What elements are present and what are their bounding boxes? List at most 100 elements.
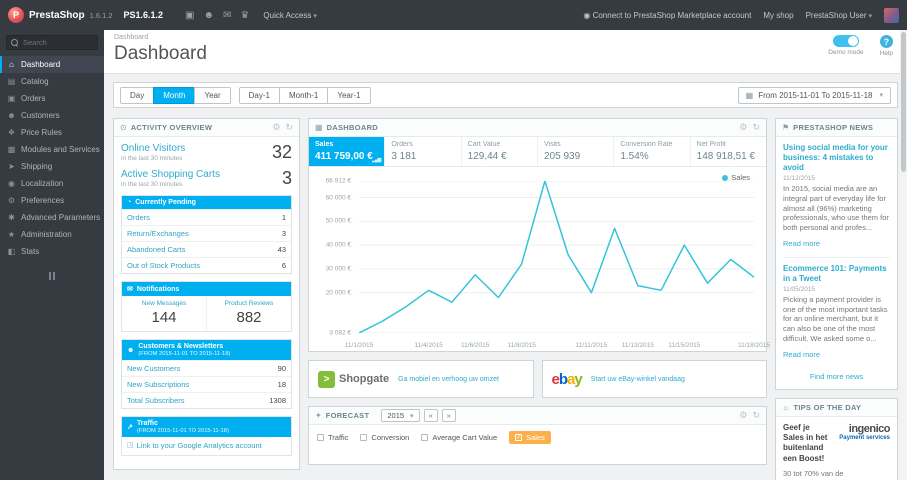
filter-month-button[interactable]: Month: [153, 86, 196, 104]
my-shop-link[interactable]: My shop: [763, 11, 793, 20]
filter-day-1-button[interactable]: Day-1: [238, 86, 280, 104]
trophy-icon[interactable]: ♛: [240, 10, 249, 21]
shopgate-logo: > Shopgate: [318, 370, 389, 388]
chevron-down-icon: ▾: [313, 12, 317, 20]
sidebar-item-dashboard[interactable]: ⌂ Dashboard: [0, 56, 104, 73]
refresh-icon[interactable]: ↻: [285, 122, 293, 133]
filter-year-button[interactable]: Year: [194, 86, 231, 104]
scrollbar: [900, 30, 907, 480]
ingenico-logo: ingenico Payment services: [839, 422, 890, 441]
product-reviews-cell[interactable]: Product Reviews 882: [206, 296, 291, 331]
cart-icon[interactable]: ▣: [185, 10, 194, 21]
refresh-icon[interactable]: ↻: [752, 122, 760, 133]
sidebar-item-price-rules[interactable]: ❖ Price Rules: [0, 124, 104, 141]
gear-icon[interactable]: ⚙: [739, 410, 747, 421]
home-icon: ⌂: [9, 60, 14, 69]
filter-year-1-button[interactable]: Year-1: [327, 86, 371, 104]
envelope-icon[interactable]: ✉: [223, 10, 231, 21]
demo-mode-toggle[interactable]: [832, 35, 859, 47]
active-carts-link[interactable]: Active Shopping Carts: [121, 169, 220, 180]
filter-day-button[interactable]: Day: [120, 86, 155, 104]
tip-icon: ☼: [782, 402, 790, 412]
forecast-next-button[interactable]: »: [441, 409, 456, 422]
stat-conversion-rate[interactable]: Conversion Rate 1.54%: [614, 137, 691, 166]
article-headline[interactable]: Using social media for your business: 4 …: [783, 143, 890, 173]
date-range-picker[interactable]: ▦ From 2015-11-01 To 2015-11-18 ▾: [737, 86, 891, 104]
out-of-stock-row: Out of Stock Products 6: [122, 257, 291, 273]
stats-icon: ◧: [7, 247, 16, 256]
topbar: P PrestaShop 1.6.1.2 PS1.6.1.2 ▣ ☻ ✉ ♛ Q…: [0, 0, 907, 30]
sidebar-search[interactable]: [6, 35, 98, 50]
shopgate-link[interactable]: Ga mobiel en verhoog uw omzet: [398, 376, 499, 383]
forecast-legend-traffic[interactable]: Traffic: [317, 433, 348, 442]
sales-legend-dot: [722, 174, 729, 181]
sidebar-item-customers[interactable]: ☻ Customers: [0, 107, 104, 124]
page-header: Dashboard Dashboard Demo mode ? Help: [104, 30, 907, 74]
user-menu[interactable]: PrestaShop User ▾: [806, 11, 872, 20]
prestashop-logo-icon[interactable]: P: [8, 7, 24, 23]
stat-net-profit[interactable]: Net Profit 148 918,51 €: [691, 137, 766, 166]
help-icon[interactable]: ?: [879, 35, 893, 48]
search-input[interactable]: [23, 38, 93, 47]
sidebar-item-orders[interactable]: ▣ Orders: [0, 90, 104, 107]
sidebar-item-modules[interactable]: ▩ Modules and Services: [0, 141, 104, 158]
filter-month-1-button[interactable]: Month-1: [278, 86, 329, 104]
shopgate-promo: > Shopgate Ga mobiel en verhoog uw omzet: [308, 360, 534, 398]
person-icon[interactable]: ☻: [204, 10, 215, 21]
gear-icon[interactable]: ⚙: [272, 122, 280, 133]
forecast-legend-average-cart-value[interactable]: Average Cart Value: [421, 433, 497, 442]
pending-returns-row: Return/Exchanges 3: [122, 225, 291, 241]
stat-sales[interactable]: Sales 411 759,00 € ▂▄▆: [309, 137, 386, 166]
refresh-icon[interactable]: ↻: [752, 410, 760, 421]
sidebar-item-advanced-parameters[interactable]: ✱ Advanced Parameters: [0, 209, 104, 226]
google-analytics-link[interactable]: ◳ Link to your Google Analytics account: [127, 441, 286, 450]
forecast-prev-button[interactable]: «: [423, 409, 438, 422]
demo-mode-label: Demo mode: [828, 49, 864, 56]
scrollbar-thumb[interactable]: [901, 32, 906, 172]
sidebar-item-administration[interactable]: ★ Administration: [0, 226, 104, 243]
page-title: Dashboard: [114, 43, 207, 64]
localization-icon: ◉: [8, 179, 15, 188]
catalog-icon: ▤: [7, 77, 16, 86]
demo-mode-control[interactable]: Demo mode: [828, 35, 864, 57]
gear-icon[interactable]: ⚙: [739, 122, 747, 133]
article-headline[interactable]: Ecommerce 101: Payments in a Tweet: [783, 264, 890, 284]
tip-headline: Geef je Sales in het buitenland een Boos…: [783, 422, 828, 463]
sidebar-item-catalog[interactable]: ▤ Catalog: [0, 73, 104, 90]
link-icon: ◳: [127, 442, 134, 449]
sidebar-item-shipping[interactable]: ➤ Shipping: [0, 158, 104, 175]
tip-body: 30 tot 70% van de consumenten in Europa …: [783, 469, 881, 480]
quick-access-menu[interactable]: Quick Access ▾: [263, 11, 317, 20]
stat-cart-value[interactable]: Cart Value 129,44 €: [462, 137, 538, 166]
forecast-legend-sales[interactable]: ✓ Sales: [509, 431, 551, 444]
find-more-news-link[interactable]: Find more news: [783, 368, 890, 383]
avatar[interactable]: [884, 7, 899, 23]
ebay-link[interactable]: Start uw eBay-winkel vandaag: [591, 376, 685, 383]
read-more-link[interactable]: Read more: [783, 350, 820, 359]
currently-pending-section: ◔ Currently Pending Orders 1 Return/Exchan…: [121, 195, 292, 274]
stat-visits[interactable]: Visits 205 939: [538, 137, 615, 166]
sidebar-item-localization[interactable]: ◉ Localization: [0, 175, 104, 192]
marketplace-link[interactable]: ◉ Connect to PrestaShop Marketplace acco…: [583, 11, 751, 20]
checkbox-icon: [360, 434, 368, 441]
activity-overview-panel: ⊙ ACTIVITY OVERVIEW ⚙ ↻ Online Visitors i…: [113, 118, 300, 470]
advanced-parameters-icon: ✱: [8, 213, 15, 222]
customers-icon: ☻: [7, 111, 16, 120]
sidebar-item-preferences[interactable]: ⚙ Preferences: [0, 192, 104, 209]
new-messages-cell[interactable]: New Messages 144: [122, 296, 206, 331]
total-subscribers-row: Total Subscribers 1308: [122, 392, 291, 408]
shop-name[interactable]: PS1.6.1.2: [124, 10, 164, 20]
new-customers-row: New Customers 90: [122, 360, 291, 376]
news-icon: ⚑: [782, 123, 790, 132]
sidebar-item-stats[interactable]: ◧ Stats: [0, 243, 104, 260]
chart-legend[interactable]: Sales: [722, 173, 750, 182]
forecast-legend-conversion[interactable]: Conversion: [360, 433, 409, 442]
sidebar-collapse-button[interactable]: [0, 272, 104, 280]
forecast-year-select[interactable]: 2015 ▾: [381, 409, 420, 422]
online-visitors-link[interactable]: Online Visitors: [121, 143, 185, 154]
stat-orders[interactable]: Orders 3 181: [385, 137, 462, 166]
read-more-link[interactable]: Read more: [783, 239, 820, 248]
help-control[interactable]: ? Help: [880, 35, 893, 57]
breadcrumb[interactable]: Dashboard: [114, 34, 897, 41]
news-article: Using social media for your business: 4 …: [783, 143, 890, 248]
